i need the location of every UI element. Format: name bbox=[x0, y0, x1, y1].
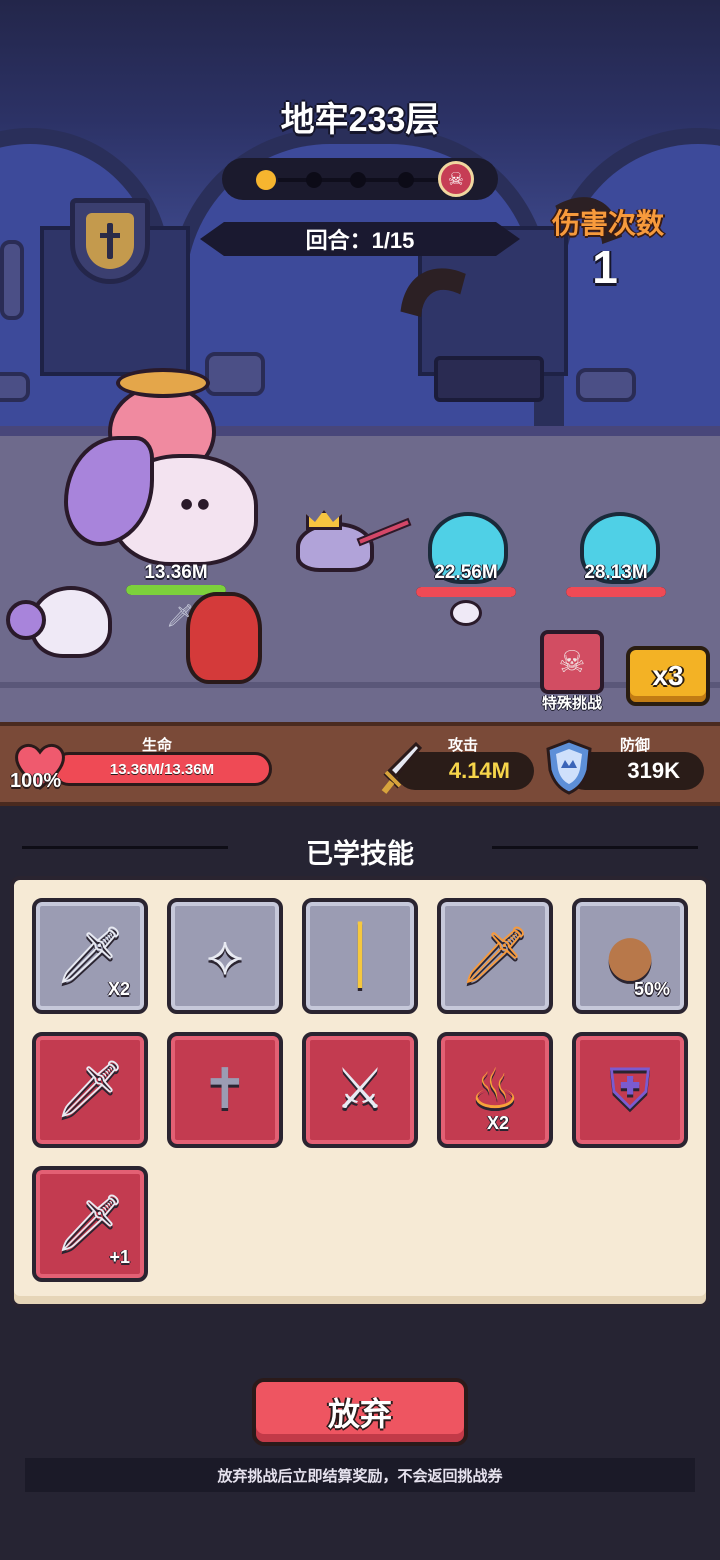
skill-badge: X2 bbox=[486, 1113, 509, 1133]
tiny-bat bbox=[450, 600, 482, 626]
shield-icon bbox=[544, 738, 594, 796]
enemy-hp-value: 22.56M bbox=[434, 562, 498, 583]
small-sword-icon: 🗡 bbox=[166, 604, 194, 629]
skill-glyph: 🗡 bbox=[54, 1191, 126, 1256]
fire-icon[interactable]: ♨ X2 bbox=[437, 1032, 553, 1148]
enemy-hp-bar bbox=[566, 587, 666, 597]
progress-dot bbox=[306, 172, 322, 188]
flaming-sword-icon[interactable]: 🗡 bbox=[437, 898, 553, 1014]
skills-panel: 🗡 X2 ⟡ │ 🗡 ● 50% 🗡 ✝ ⚔ ♨ X2 ⛨ 🗡 +1 bbox=[10, 876, 710, 1308]
life-percent: 100% bbox=[10, 770, 62, 792]
battle-scene: 地牢233层 ☠ 回合：1/15 伤害次数 1 ● ● 13.36M 🗡 22.… bbox=[0, 0, 720, 722]
banner-crest bbox=[86, 213, 134, 269]
round-text: 回合：1/15 bbox=[305, 228, 415, 253]
skill-glyph: ✝ bbox=[201, 1057, 249, 1122]
capybara-icon[interactable]: ● 50% bbox=[572, 898, 688, 1014]
skill-badge: +1 bbox=[109, 1247, 130, 1267]
attack-value: 4.14M bbox=[448, 758, 510, 783]
double-sword-icon[interactable]: 🗡 X2 bbox=[32, 898, 148, 1014]
skill-glyph: ● bbox=[605, 923, 655, 988]
round-indicator: 回合：1/15 bbox=[200, 222, 520, 256]
sword-icon bbox=[380, 740, 424, 796]
red-dragon bbox=[186, 592, 262, 684]
wall-block bbox=[0, 240, 24, 320]
skill-glyph: │ bbox=[343, 923, 377, 988]
enemy-hp-fill bbox=[416, 587, 516, 597]
progress-dot-current bbox=[256, 170, 276, 190]
hits-label: 伤害次数 bbox=[551, 208, 664, 239]
title-rule-right bbox=[492, 846, 698, 849]
life-bar: 13.36M/13.36M bbox=[52, 752, 272, 786]
progress-dot bbox=[398, 172, 414, 188]
skill-badge: 50% bbox=[633, 979, 670, 999]
stage-title: 地牢233层 bbox=[280, 101, 440, 139]
enemy-hp-fill bbox=[566, 587, 666, 597]
golden-blade-icon[interactable]: │ bbox=[302, 898, 418, 1014]
rubble-stone bbox=[0, 372, 30, 402]
rubble-stone bbox=[576, 368, 636, 402]
skull-icon: ☠ bbox=[438, 161, 474, 197]
altar-pedestal bbox=[434, 356, 544, 402]
skill-badge: X2 bbox=[107, 979, 130, 999]
sword-extra-icon[interactable]: 🗡 +1 bbox=[32, 1166, 148, 1282]
give-up-button[interactable]: 放弃 bbox=[252, 1378, 468, 1446]
skill-glyph: 🗡 bbox=[459, 923, 531, 988]
skill-glyph: ⟡ bbox=[206, 923, 244, 988]
skills-title: 已学技能 bbox=[306, 839, 414, 869]
skill-glyph: ⚔ bbox=[334, 1057, 386, 1122]
straw-hat bbox=[116, 368, 210, 398]
defense-value: 319K bbox=[627, 758, 680, 783]
skill-glyph: 🗡 bbox=[54, 1057, 126, 1122]
hero-face: ● ● bbox=[180, 496, 210, 512]
special-challenge-label: 特殊挑战 bbox=[541, 695, 602, 712]
progress-dot bbox=[350, 172, 366, 188]
shield-banner bbox=[70, 198, 150, 284]
skill-glyph: 🗡 bbox=[54, 923, 126, 988]
sword-upgrade-icon[interactable]: 🗡 bbox=[32, 1032, 148, 1148]
enemy-hp-value: 28.13M bbox=[584, 562, 648, 583]
winged-pet-ear bbox=[6, 600, 46, 640]
player-hp-value: 13.36M bbox=[144, 562, 208, 583]
floor-edge bbox=[0, 682, 720, 688]
skill-glyph: ♨ bbox=[469, 1057, 521, 1122]
special-challenge-button[interactable]: ☠ bbox=[540, 630, 604, 694]
hits-value: 1 bbox=[592, 241, 618, 293]
stats-bar: 生命 13.36M/13.36M 100% 攻击 4.14M 防御 319K bbox=[0, 722, 720, 806]
speed-button[interactable]: x3 bbox=[626, 646, 710, 706]
skull-icon: ☠ bbox=[558, 644, 586, 680]
shield-upgrade-icon[interactable]: ⛨ bbox=[572, 1032, 688, 1148]
life-value: 13.36M/13.36M bbox=[109, 760, 215, 778]
rubble-stone bbox=[205, 352, 265, 396]
skill-glyph: ⛨ bbox=[609, 1057, 651, 1122]
give-up-notice: 放弃挑战后立即结算奖励，不会返回挑战券 bbox=[25, 1458, 695, 1492]
sword-strike-icon[interactable]: ⚔ bbox=[302, 1032, 418, 1148]
kunai-icon[interactable]: ⟡ bbox=[167, 898, 283, 1014]
tombstone-icon[interactable]: ✝ bbox=[167, 1032, 283, 1148]
stage-progress: ☠ bbox=[222, 158, 498, 200]
sword-emblem-icon bbox=[100, 223, 120, 259]
enemy-hp-bar bbox=[416, 587, 516, 597]
